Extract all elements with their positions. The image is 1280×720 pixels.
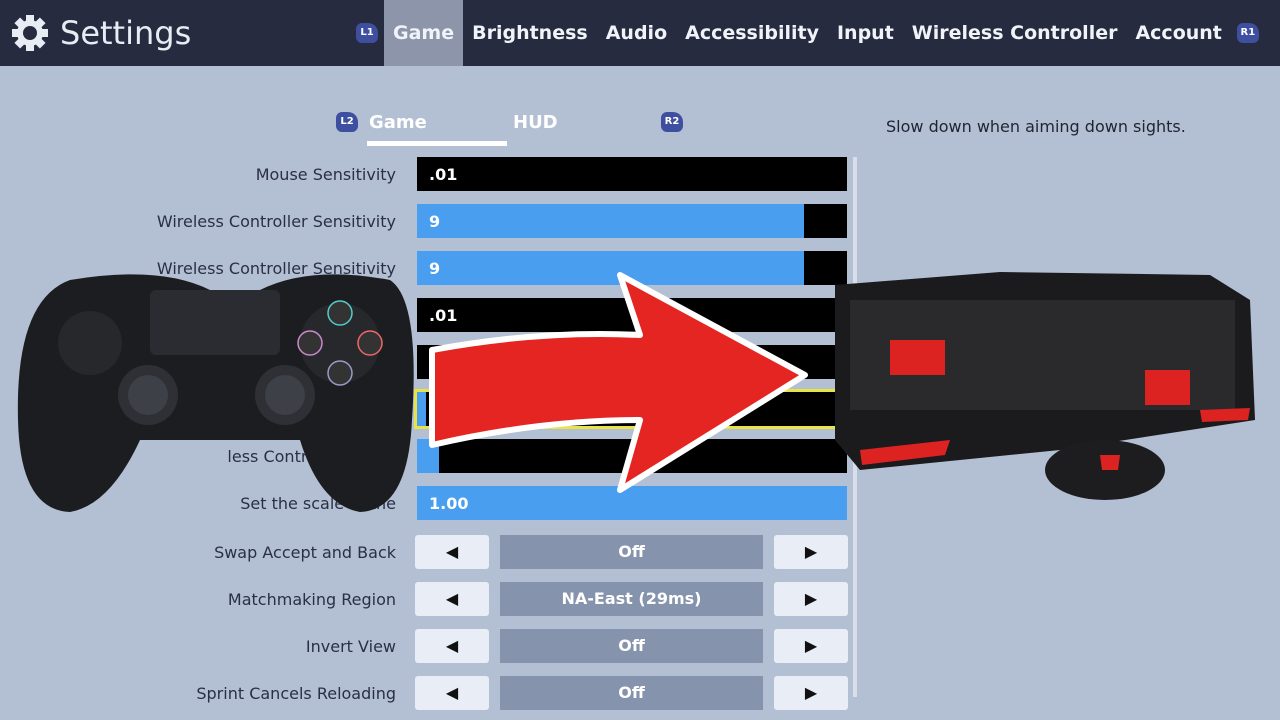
thumbnail-overlay [17,272,1255,512]
red-arrow [429,272,808,493]
keyboard-mouse-image [835,272,1255,500]
controller-image [17,274,414,512]
